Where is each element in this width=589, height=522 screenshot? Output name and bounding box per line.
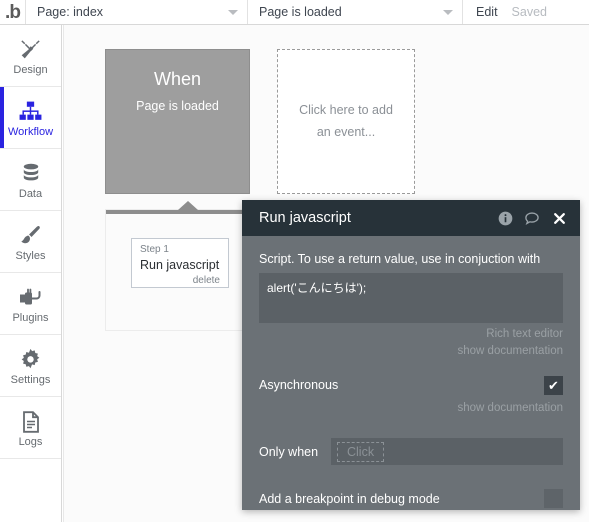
breakpoint-checkbox[interactable] (544, 489, 563, 509)
styles-icon (18, 221, 43, 248)
info-icon[interactable] (497, 210, 513, 226)
sidebar-filler (0, 459, 61, 522)
toolbar-actions: Edit Saved (463, 0, 547, 24)
asynchronous-show-documentation-link[interactable]: show documentation (259, 400, 563, 417)
step-title-label: Run javascript (140, 258, 220, 272)
only-when-input[interactable]: Click (331, 438, 563, 466)
event-selector[interactable]: Page is loaded (248, 0, 463, 24)
dialog-header: Run javascript (242, 200, 580, 236)
sidebar-item-label: Settings (10, 374, 51, 386)
plugins-icon (18, 283, 44, 310)
script-show-documentation-link[interactable]: show documentation (259, 343, 563, 360)
sidebar-item-styles[interactable]: Styles (0, 211, 61, 273)
dialog-header-actions (497, 210, 567, 226)
sidebar-item-label: Design (13, 64, 48, 76)
checkmark-icon: ✔ (548, 377, 559, 393)
sidebar-item-label: Plugins (12, 312, 49, 324)
breakpoint-label: Add a breakpoint in debug mode (259, 491, 440, 506)
sidebar-item-logs[interactable]: Logs (0, 397, 61, 459)
script-field-label: Script. To use a return value, use in co… (259, 252, 541, 266)
asynchronous-checkbox[interactable]: ✔ (544, 375, 563, 395)
sidebar-item-label: Logs (18, 436, 43, 448)
step-card-run-javascript[interactable]: Step 1 Run javascript delete (131, 238, 229, 288)
comment-icon[interactable] (524, 210, 540, 226)
close-icon[interactable] (551, 210, 567, 226)
gear-icon (18, 345, 43, 372)
sidebar-item-label: Workflow (7, 126, 54, 138)
page-selector-label: Page: index (37, 5, 104, 19)
sidebar-item-settings[interactable]: Settings (0, 335, 61, 397)
chevron-down-icon (228, 10, 238, 15)
page-selector[interactable]: Page: index (26, 0, 248, 24)
b-logo-icon: .b (5, 1, 21, 23)
chevron-down-icon (443, 10, 453, 15)
sidebar-item-design[interactable]: Design (0, 25, 61, 87)
sidebar-item-data[interactable]: Data (0, 149, 61, 211)
sidebar-item-plugins[interactable]: Plugins (0, 273, 61, 335)
dialog-body: Script. To use a return value, use in co… (242, 236, 580, 510)
sidebar-item-workflow[interactable]: Workflow (0, 87, 61, 149)
top-toolbar: .b Page: index Page is loaded Edit Saved (0, 0, 589, 25)
script-input[interactable] (259, 273, 563, 324)
asynchronous-row: Asynchronous ✔ (259, 375, 563, 395)
saved-status: Saved (511, 5, 547, 19)
only-when-placeholder: Click (337, 441, 385, 462)
dialog-title: Run javascript (259, 210, 351, 226)
run-javascript-property-dialog: Run javascript Script. To use a return v… (242, 200, 580, 510)
add-event-placeholder[interactable]: Click here to add an event... (277, 49, 415, 194)
data-icon (19, 159, 43, 186)
only-when-row: Only when Click (259, 438, 563, 466)
add-event-text: Click here to add an event... (299, 103, 393, 139)
sidebar-item-label: Data (18, 188, 43, 200)
sidebar-item-label: Styles (15, 250, 46, 262)
caret-up-icon (178, 201, 198, 210)
when-block-title: When (153, 69, 202, 89)
asynchronous-label: Asynchronous (259, 378, 339, 393)
breakpoint-row: Add a breakpoint in debug mode (259, 489, 563, 509)
bubble-logo[interactable]: .b (0, 0, 26, 24)
when-event-block[interactable]: When Page is loaded (105, 49, 250, 194)
left-sidebar: Design Workflow Data Styles Plugins Sett… (0, 25, 62, 522)
only-when-label: Only when (259, 444, 319, 459)
step-index-label: Step 1 (140, 244, 169, 255)
logs-icon (20, 407, 42, 434)
edit-button[interactable]: Edit (476, 5, 498, 19)
design-icon (18, 35, 43, 62)
when-block-subtitle: Page is loaded (136, 98, 219, 113)
rich-text-editor-link[interactable]: Rich text editor (259, 326, 563, 343)
step-delete-link[interactable]: delete (140, 275, 220, 286)
workflow-icon (18, 97, 43, 124)
event-selector-label: Page is loaded (259, 5, 342, 19)
